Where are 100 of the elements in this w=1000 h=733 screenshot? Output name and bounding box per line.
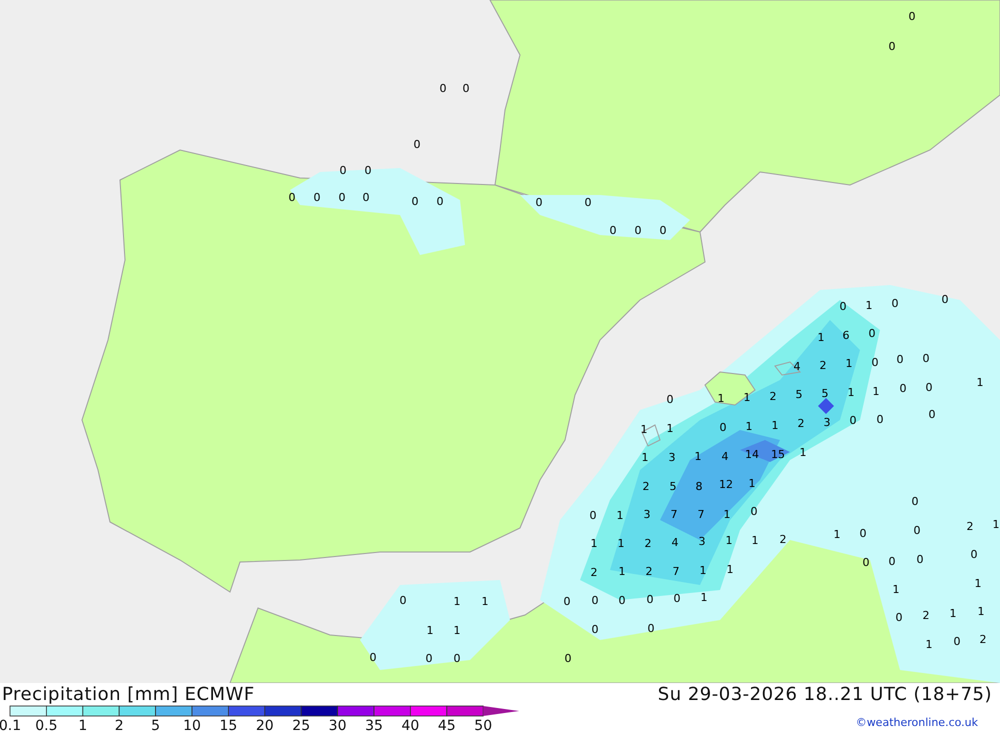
precipitation-value: 1 — [746, 420, 752, 433]
precipitation-value: 0 — [536, 196, 542, 209]
precipitation-value: 1 — [892, 583, 900, 596]
precipitation-value: 0 — [912, 495, 918, 508]
precipitation-value: 1 — [640, 423, 648, 436]
credit-link[interactable]: ©weatheronline.co.uk — [856, 716, 978, 729]
precipitation-value: 1 — [718, 392, 724, 405]
precipitation-value: 1 — [772, 419, 778, 432]
precipitation-value: 1 — [454, 624, 460, 637]
precipitation-value: 2 — [922, 609, 930, 622]
legend-tick-label: 40 — [401, 718, 420, 733]
precipitation-value: 0 — [314, 191, 320, 204]
precipitation-value: 0 — [590, 509, 596, 522]
precipitation-value: 0 — [564, 595, 570, 608]
precipitation-value: 1 — [846, 357, 852, 370]
precipitation-value: 1 — [872, 385, 880, 398]
precipitation-value: 2 — [644, 537, 652, 550]
precipitation-value: 0 — [922, 352, 930, 365]
precipitation-value: 1 — [834, 528, 840, 541]
precipitation-value: 0 — [860, 527, 866, 540]
precipitation-value: 1 — [666, 422, 674, 435]
precipitation-value: 0 — [610, 224, 616, 237]
precipitation-value: 1 — [974, 577, 982, 590]
precipitation-value: 3 — [644, 508, 650, 521]
precipitation-value: 1 — [848, 386, 854, 399]
precipitation-value: 1 — [700, 591, 708, 604]
precipitation-value: 0 — [288, 191, 296, 204]
legend-tick-label: 45 — [438, 718, 456, 733]
precipitation-value: 1 — [726, 534, 732, 547]
precipitation-value: 0 — [896, 353, 904, 366]
precipitation-value: 0 — [414, 138, 420, 151]
precipitation-value: 0 — [872, 356, 878, 369]
precipitation-value: 0 — [850, 414, 856, 427]
precipitation-value: 1 — [800, 446, 806, 459]
precipitation-value: 1 — [426, 624, 434, 637]
precipitation-value: 0 — [750, 505, 758, 518]
legend-tick-label: 0.1 — [0, 718, 22, 733]
precipitation-value: 1 — [642, 451, 648, 464]
precipitation-value: 1 — [694, 450, 702, 463]
legend-title: Precipitation [mm] ECMWF — [2, 684, 255, 704]
precipitation-value: 2 — [646, 565, 652, 578]
precipitation-value: 0 — [592, 623, 598, 636]
legend-tick-label: 50 — [474, 718, 492, 733]
precipitation-value: 1 — [724, 508, 730, 521]
precipitation-value: 0 — [634, 224, 642, 237]
precipitation-value: 0 — [720, 421, 726, 434]
precipitation-value: 0 — [900, 382, 906, 395]
legend-tick-label: 15 — [219, 718, 238, 733]
precipitation-value: 4 — [794, 360, 800, 373]
precipitation-value: 0 — [942, 293, 948, 306]
precipitation-value: 4 — [722, 450, 728, 463]
precipitation-value: 7 — [672, 565, 680, 578]
legend-tick-label: 30 — [328, 718, 347, 733]
precipitation-value: 0 — [908, 10, 916, 23]
precipitation-value: 0 — [660, 224, 666, 237]
legend-tick-label: 25 — [292, 718, 310, 733]
valid-time: Su 29-03-2026 18..21 UTC (18+75) — [658, 684, 992, 704]
precipitation-value: 0 — [896, 611, 902, 624]
precipitation-value: 1 — [978, 605, 984, 618]
precipitation-value: 0 — [862, 556, 870, 569]
precipitation-value: 1 — [950, 607, 956, 620]
precipitation-value: 7 — [670, 508, 678, 521]
precipitation-value: 0 — [592, 594, 598, 607]
precipitation-value: 0 — [914, 524, 920, 537]
precipitation-value: 0 — [840, 300, 846, 313]
precipitation-value: 1 — [976, 376, 984, 389]
precipitation-value: 4 — [672, 536, 678, 549]
precipitation-value: 2 — [590, 566, 598, 579]
precipitation-value: 5 — [670, 480, 676, 493]
precipitation-value: 1 — [618, 537, 624, 550]
precipitation-value: 1 — [454, 595, 460, 608]
precipitation-value: 0 — [426, 652, 432, 665]
precipitation-value: 8 — [696, 480, 702, 493]
precipitation-value: 0 — [454, 652, 460, 665]
precipitation-value: 0 — [674, 592, 680, 605]
precipitation-value: 3 — [824, 416, 830, 429]
precipitation-value: 2 — [780, 533, 786, 546]
precipitation-value: 1 — [482, 595, 488, 608]
precipitation-value: 0 — [892, 297, 898, 310]
precipitation-value: 7 — [698, 508, 704, 521]
precipitation-value: 0 — [340, 164, 346, 177]
precipitation-value: 2 — [770, 390, 776, 403]
precipitation-value: 2 — [642, 480, 650, 493]
precipitation-value: 0 — [928, 408, 936, 421]
legend-tick-label: 10 — [183, 718, 201, 733]
precipitation-value: 1 — [744, 391, 750, 404]
precipitation-value: 0 — [970, 548, 978, 561]
legend-tick-label: 1 — [78, 718, 88, 733]
precipitation-value: 2 — [966, 520, 974, 533]
precipitation-value: 0 — [648, 622, 654, 635]
precipitation-value: 0 — [436, 195, 444, 208]
precipitation-value: 0 — [954, 635, 960, 648]
precipitation-value: 1 — [992, 518, 1000, 531]
precipitation-value: 1 — [866, 299, 872, 312]
precipitation-value: 0 — [584, 196, 592, 209]
precipitation-value: 5 — [796, 388, 802, 401]
precipitation-value: 1 — [618, 565, 626, 578]
precipitation-value: 2 — [798, 417, 804, 430]
precipitation-value: 2 — [980, 633, 986, 646]
precipitation-value: 1 — [752, 534, 758, 547]
